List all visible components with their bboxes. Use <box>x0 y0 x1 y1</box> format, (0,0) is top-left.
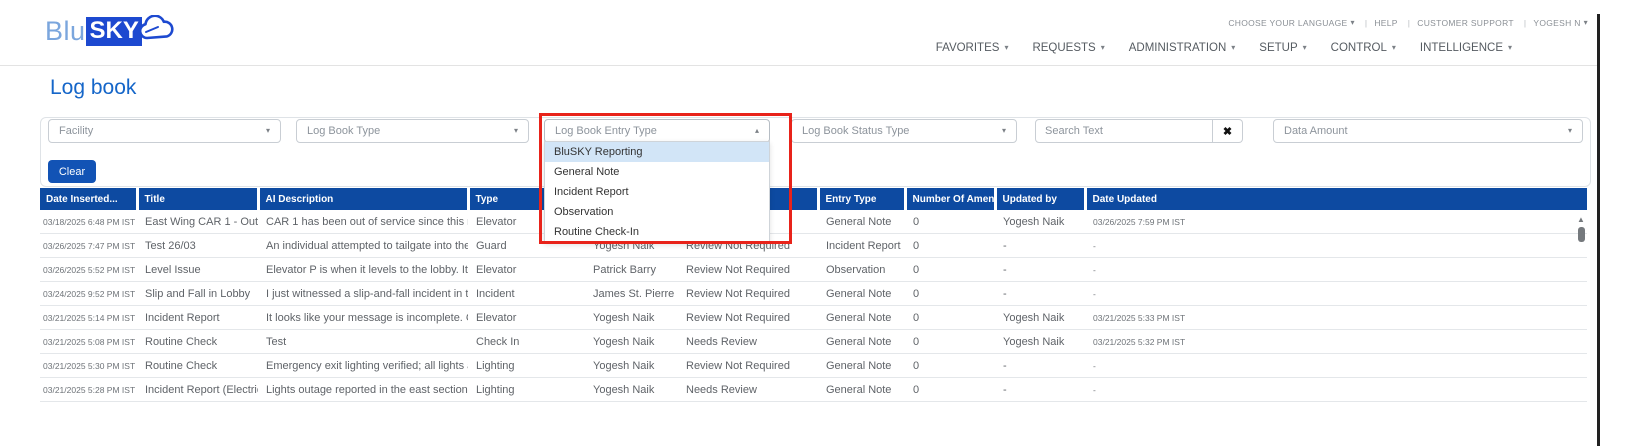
chevron-down-icon: ▾ <box>514 127 518 135</box>
clear-button[interactable]: Clear <box>48 160 96 183</box>
chevron-up-icon: ▴ <box>755 127 759 135</box>
table-row[interactable]: 03/26/2025 5:52 PM IST Level Issue Eleva… <box>40 258 1587 282</box>
nav-favorites[interactable]: FAVORITES ▾ <box>936 42 1009 54</box>
chevron-down-icon: ▾ <box>1568 127 1572 135</box>
data-amount-select[interactable]: Data Amount ▾ <box>1273 119 1583 143</box>
entry-type-dropdown-list: BluSKY Reporting General Note Incident R… <box>544 141 770 243</box>
nav-control[interactable]: CONTROL ▾ <box>1331 42 1396 54</box>
dropdown-option-observation[interactable]: Observation <box>545 202 769 222</box>
table-row[interactable]: 03/18/2025 6:48 PM IST East Wing CAR 1 -… <box>40 210 1587 234</box>
user-menu[interactable]: YOGESH N ▾ <box>1533 18 1588 28</box>
table-row[interactable]: 03/21/2025 5:14 PM IST Incident Report I… <box>40 306 1587 330</box>
logo-text-sky: SKY <box>86 17 142 46</box>
chevron-down-icon: ▾ <box>1101 44 1105 52</box>
nav-requests[interactable]: REQUESTS ▾ <box>1032 42 1104 54</box>
col-ai-description[interactable]: AI Description <box>258 188 468 210</box>
logo-text-blu: Blu <box>45 16 86 47</box>
nav-setup[interactable]: SETUP ▾ <box>1259 42 1306 54</box>
close-icon: ✖ <box>1223 125 1232 138</box>
table-row[interactable]: 03/21/2025 5:30 PM IST Routine Check Eme… <box>40 354 1587 378</box>
log-book-status-type-select[interactable]: Log Book Status Type ▾ <box>791 119 1017 143</box>
chevron-down-icon: ▾ <box>1508 44 1512 52</box>
header-divider <box>0 65 1597 66</box>
facility-select[interactable]: Facility ▾ <box>48 119 281 143</box>
col-date-updated[interactable]: Date Updated <box>1085 188 1587 210</box>
search-clear-button[interactable]: ✖ <box>1213 119 1243 143</box>
log-book-entry-type-select[interactable]: Log Book Entry Type ▴ <box>544 119 770 143</box>
nav-intelligence[interactable]: INTELLIGENCE ▾ <box>1420 42 1512 54</box>
table-row[interactable]: 03/21/2025 5:08 PM IST Routine Check Tes… <box>40 330 1587 354</box>
dropdown-option-routine-check-in[interactable]: Routine Check-In <box>545 222 769 242</box>
col-number-of-amendments[interactable]: Number Of Amendments <box>905 188 995 210</box>
chevron-down-icon: ▾ <box>266 127 270 135</box>
dropdown-option-incident-report[interactable]: Incident Report <box>545 182 769 202</box>
utility-nav: CHOOSE YOUR LANGUAGE ▾ HELP CUSTOMER SUP… <box>1228 18 1588 28</box>
window-edge <box>1597 14 1600 446</box>
chevron-down-icon: ▾ <box>1303 44 1307 52</box>
chevron-down-icon: ▾ <box>1231 44 1235 52</box>
chevron-down-icon: ▾ <box>1002 127 1006 135</box>
nav-administration[interactable]: ADMINISTRATION ▾ <box>1129 42 1236 54</box>
help-link[interactable]: HELP <box>1374 18 1410 28</box>
page-title: Log book <box>50 76 136 100</box>
cloud-logo-icon <box>138 15 176 48</box>
table-scrollbar-thumb[interactable] <box>1578 227 1585 242</box>
main-nav: FAVORITES ▾ REQUESTS ▾ ADMINISTRATION ▾ … <box>936 42 1512 54</box>
search-input[interactable] <box>1035 119 1213 143</box>
table-header-row: Date Inserted... Title AI Description Ty… <box>40 188 1587 210</box>
table-row[interactable]: 03/24/2025 9:52 PM IST Slip and Fall in … <box>40 282 1587 306</box>
col-entry-type[interactable]: Entry Type <box>818 188 905 210</box>
chevron-down-icon: ▾ <box>1392 44 1396 52</box>
language-menu[interactable]: CHOOSE YOUR LANGUAGE ▾ <box>1228 18 1367 28</box>
col-title[interactable]: Title <box>137 188 258 210</box>
col-date-inserted[interactable]: Date Inserted... <box>40 188 137 210</box>
chevron-down-icon: ▾ <box>1351 19 1355 27</box>
customer-support-link[interactable]: CUSTOMER SUPPORT <box>1417 18 1526 28</box>
blusky-logo[interactable]: BluSKY <box>45 14 176 48</box>
table-row[interactable]: 03/26/2025 7:47 PM IST Test 26/03 An ind… <box>40 234 1587 258</box>
chevron-down-icon: ▾ <box>1584 19 1588 27</box>
log-book-table: Date Inserted... Title AI Description Ty… <box>40 188 1587 402</box>
table-row[interactable]: 03/21/2025 5:28 PM IST Incident Report (… <box>40 378 1587 402</box>
log-book-type-select[interactable]: Log Book Type ▾ <box>296 119 529 143</box>
app-window: BluSKY CHOOSE YOUR LANGUAGE ▾ HELP CUSTO… <box>0 0 1644 446</box>
col-updated-by[interactable]: Updated by <box>995 188 1085 210</box>
dropdown-option-blusky-reporting[interactable]: BluSKY Reporting <box>545 142 769 162</box>
scroll-up-icon[interactable]: ▲ <box>1576 215 1586 225</box>
dropdown-option-general-note[interactable]: General Note <box>545 162 769 182</box>
chevron-down-icon: ▾ <box>1004 44 1008 52</box>
search-group: ✖ <box>1035 119 1243 143</box>
